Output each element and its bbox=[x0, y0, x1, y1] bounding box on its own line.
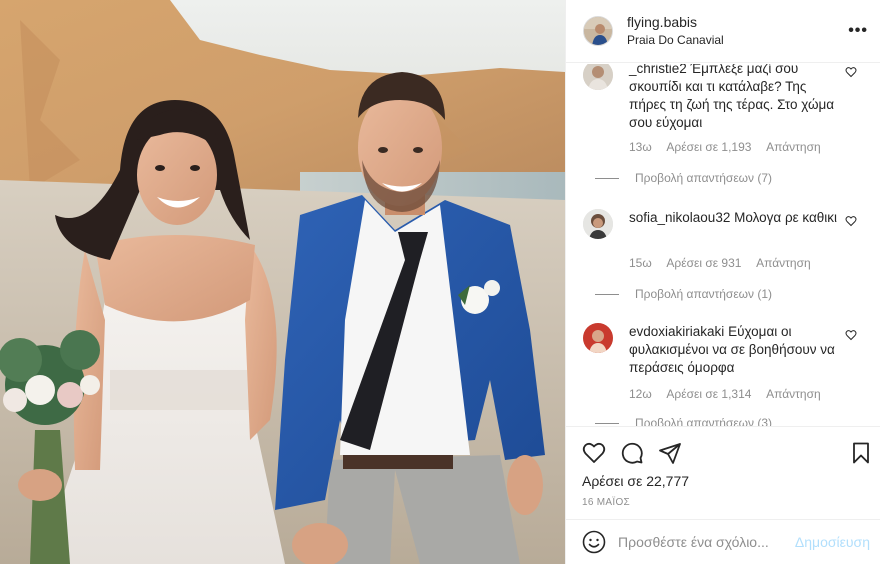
replies-line bbox=[595, 422, 619, 424]
comments-list[interactable]: _christie2 Έμπλεξε μαζί σου σκουπίδι και… bbox=[566, 64, 880, 426]
comment-avatar-image bbox=[583, 209, 613, 239]
view-replies-label: Προβολή απαντήσεων (3) bbox=[635, 416, 773, 426]
comment-username[interactable]: sofia_nikolaou32 bbox=[629, 210, 730, 225]
comment-avatar-image bbox=[583, 64, 613, 90]
comment-avatar[interactable] bbox=[583, 209, 613, 239]
share-icon[interactable] bbox=[658, 441, 682, 465]
comment-avatar[interactable] bbox=[583, 323, 613, 353]
comment-body: _christie2 Έμπλεξε μαζί σου σκουπίδι και… bbox=[629, 64, 839, 132]
comment-username[interactable]: _christie2 bbox=[629, 64, 687, 76]
comment-reply-button[interactable]: Απάντηση bbox=[766, 140, 821, 154]
add-comment-bar: Δημοσίευση bbox=[566, 519, 880, 564]
header-text: flying.babis Praia Do Canavial bbox=[627, 14, 724, 49]
wedding-photo-illustration bbox=[0, 0, 565, 564]
comment-body: sofia_nikolaou32 Μολογα ρε καθικι bbox=[629, 209, 839, 227]
comment-icon[interactable] bbox=[620, 441, 644, 465]
comment-likes[interactable]: Αρέσει σε 931 bbox=[666, 256, 741, 270]
comment-body: evdoxiakiriakaki Εύχομαι οι φυλακισμένοι… bbox=[629, 323, 839, 377]
comment-meta: 15ω Αρέσει σε 931 Απάντηση bbox=[629, 256, 823, 270]
post-comment-button[interactable]: Δημοσίευση bbox=[795, 534, 870, 550]
more-options-icon[interactable]: ••• bbox=[848, 22, 868, 40]
header-location[interactable]: Praia Do Canavial bbox=[627, 33, 724, 48]
bookmark-icon[interactable] bbox=[849, 441, 873, 465]
view-replies-button[interactable]: Προβολή απαντήσεων (7) bbox=[595, 171, 772, 185]
comment-input[interactable] bbox=[618, 534, 786, 550]
post-side-panel: flying.babis Praia Do Canavial ••• _chri… bbox=[565, 0, 880, 564]
post-date[interactable]: 16 ΜΑΪΟΣ bbox=[582, 497, 630, 508]
comment-heart-icon[interactable] bbox=[845, 329, 857, 341]
instagram-post: flying.babis Praia Do Canavial ••• _chri… bbox=[0, 0, 880, 564]
post-header: flying.babis Praia Do Canavial ••• bbox=[566, 0, 880, 63]
avatar-image bbox=[584, 17, 612, 45]
likes-count[interactable]: Αρέσει σε 22,777 bbox=[582, 473, 689, 489]
comment-reply-button[interactable]: Απάντηση bbox=[766, 387, 821, 401]
comment-username[interactable]: evdoxiakiriakaki bbox=[629, 324, 724, 339]
replies-line bbox=[595, 293, 619, 295]
comment-meta: 12ω Αρέσει σε 1,314 Απάντηση bbox=[629, 387, 833, 401]
comment-avatar-image bbox=[583, 323, 613, 353]
comment-time[interactable]: 13ω bbox=[629, 140, 652, 154]
emoji-icon[interactable] bbox=[582, 530, 606, 554]
comment-time[interactable]: 15ω bbox=[629, 256, 652, 270]
comment-avatar[interactable] bbox=[583, 64, 613, 90]
avatar[interactable] bbox=[583, 16, 613, 46]
view-replies-button[interactable]: Προβολή απαντήσεων (3) bbox=[595, 416, 772, 426]
comment-heart-icon[interactable] bbox=[845, 66, 857, 78]
comment-meta: 13ω Αρέσει σε 1,193 Απάντηση bbox=[629, 140, 833, 154]
comment-likes[interactable]: Αρέσει σε 1,314 bbox=[666, 387, 751, 401]
comment-heart-icon[interactable] bbox=[845, 215, 857, 227]
comment-text: Μολογα ρε καθικι bbox=[734, 210, 838, 225]
view-replies-label: Προβολή απαντήσεων (1) bbox=[635, 287, 773, 301]
comment-time[interactable]: 12ω bbox=[629, 387, 652, 401]
comment-reply-button[interactable]: Απάντηση bbox=[756, 256, 811, 270]
heart-icon[interactable] bbox=[582, 441, 606, 465]
view-replies-button[interactable]: Προβολή απαντήσεων (1) bbox=[595, 287, 772, 301]
comment-likes[interactable]: Αρέσει σε 1,193 bbox=[666, 140, 751, 154]
header-username[interactable]: flying.babis bbox=[627, 14, 724, 32]
post-photo[interactable] bbox=[0, 0, 565, 564]
post-actions: Αρέσει σε 22,777 16 ΜΑΪΟΣ bbox=[566, 426, 880, 518]
view-replies-label: Προβολή απαντήσεων (7) bbox=[635, 171, 773, 185]
replies-line bbox=[595, 177, 619, 179]
